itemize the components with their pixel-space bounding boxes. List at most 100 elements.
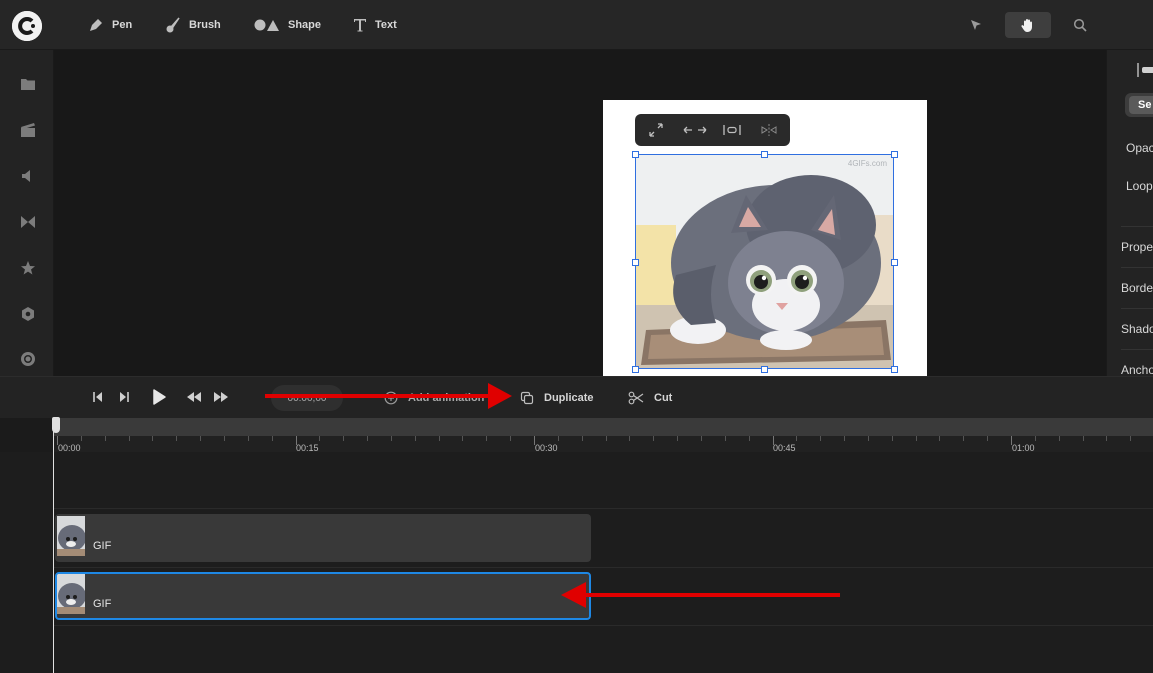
select-tool-button[interactable] (963, 12, 989, 38)
resize-handle-top-left[interactable] (632, 151, 639, 158)
properties-panel: Se Opac Loop Prope Borde Shado Ancho (1106, 50, 1153, 376)
align-left-icon[interactable] (1137, 63, 1153, 77)
text-tool-label: Text (375, 19, 397, 31)
logo-icon (12, 11, 42, 41)
ruler-tick (1059, 436, 1060, 441)
fast-forward-button[interactable] (213, 390, 229, 404)
add-animation-button[interactable]: Add animation (384, 377, 484, 419)
left-sidebar (0, 50, 54, 376)
ruler-tick (486, 436, 487, 441)
app-logo[interactable] (12, 11, 42, 41)
divider (1121, 226, 1153, 227)
ruler-tick (916, 436, 917, 441)
ruler-tick (606, 436, 607, 441)
ruler-tick (939, 436, 940, 441)
track-headers (0, 452, 54, 673)
time-display[interactable]: 00:00,00 (271, 385, 343, 411)
mirror-icon[interactable] (759, 122, 779, 138)
ruler-tick (319, 436, 320, 441)
ruler-tick (963, 436, 964, 441)
ruler-tick (1130, 436, 1131, 441)
ruler-scrub-track[interactable] (54, 418, 1153, 436)
anchor-section[interactable]: Ancho (1121, 363, 1153, 376)
align-center-icon[interactable] (722, 122, 742, 138)
ruler-tick (677, 436, 678, 441)
ruler-tick (367, 436, 368, 441)
resize-handle-left[interactable] (632, 259, 639, 266)
skip-end-icon (120, 392, 129, 402)
ruler-tick (582, 436, 583, 441)
select-arrow-icon (971, 20, 981, 30)
play-button[interactable] (151, 388, 167, 406)
clip-label: GIF (93, 598, 112, 610)
timeline-clip-gif[interactable]: GIF (55, 514, 591, 562)
resize-handle-top[interactable] (761, 151, 768, 158)
brush-icon (166, 17, 180, 33)
shadow-section[interactable]: Shado (1121, 322, 1153, 336)
timeline-clip-gif-duplicate[interactable]: GIF (55, 572, 591, 620)
ruler-tick (439, 436, 440, 441)
resize-handle-top-right[interactable] (891, 151, 898, 158)
track-divider (54, 508, 1153, 509)
ruler-tick (844, 436, 845, 441)
resize-handle-bottom-right[interactable] (891, 366, 898, 373)
skip-start-button[interactable] (92, 390, 104, 404)
hand-icon (1021, 19, 1032, 32)
ruler-tick (152, 436, 153, 441)
expand-icon[interactable] (647, 122, 665, 138)
brush-tool-button[interactable]: Brush (165, 0, 221, 50)
divider (1121, 308, 1153, 309)
resize-handle-bottom-left[interactable] (632, 366, 639, 373)
panel-tab-settings[interactable]: Se (1129, 96, 1153, 114)
divider (1121, 267, 1153, 268)
record-icon[interactable] (19, 350, 37, 368)
ruler-tick (176, 436, 177, 441)
hexagon-icon[interactable] (19, 305, 37, 323)
ruler-tick (81, 436, 82, 441)
track-divider (54, 567, 1153, 568)
pen-tool-button[interactable]: Pen (88, 0, 132, 50)
add-animation-icon (384, 391, 398, 405)
ruler-tick (462, 436, 463, 441)
shape-tool-label: Shape (288, 19, 322, 31)
text-tool-button[interactable]: Text (353, 0, 397, 50)
ruler-tick (987, 436, 988, 441)
cut-label: Cut (654, 392, 673, 404)
ruler-tick (653, 436, 654, 441)
search-icon (1073, 18, 1087, 32)
media-icon[interactable] (19, 121, 37, 139)
ruler-tick (558, 436, 559, 441)
gif-layer-selection[interactable]: 4GIFs.com (635, 154, 894, 369)
search-button[interactable] (1067, 12, 1093, 38)
rewind-button[interactable] (186, 390, 202, 404)
border-section[interactable]: Borde (1121, 281, 1153, 295)
pen-icon (90, 19, 102, 31)
ruler-tick (224, 436, 225, 441)
skip-end-button[interactable] (118, 390, 130, 404)
transition-icon[interactable] (19, 213, 37, 231)
duplicate-label: Duplicate (544, 392, 594, 404)
play-icon (153, 389, 166, 405)
ruler-tick (868, 436, 869, 441)
timeline-ruler[interactable]: 00:00 00:15 00:30 00:45 01:00 (54, 418, 1153, 453)
ruler-tick (749, 436, 750, 441)
clip-thumbnail (57, 574, 85, 614)
properties-section[interactable]: Prope (1121, 240, 1153, 254)
editor-canvas[interactable]: 4GIFs.com (54, 50, 1106, 376)
folder-icon[interactable] (19, 75, 37, 93)
duplicate-button[interactable]: Duplicate (520, 377, 594, 419)
audio-icon[interactable] (19, 167, 37, 185)
cut-button[interactable]: Cut (628, 377, 672, 419)
flip-horizontal-icon[interactable] (683, 122, 707, 138)
ruler-tick (200, 436, 201, 441)
panel-tab-group: Se (1125, 93, 1153, 117)
fast-forward-icon (214, 392, 228, 402)
playhead-handle[interactable] (52, 417, 60, 433)
star-icon[interactable] (19, 259, 37, 277)
resize-handle-right[interactable] (891, 259, 898, 266)
add-animation-label: Add animation (408, 392, 485, 404)
ruler-tick (415, 436, 416, 441)
hand-tool-button[interactable] (1005, 12, 1051, 38)
resize-handle-bottom[interactable] (761, 366, 768, 373)
shape-tool-button[interactable]: Shape (254, 0, 321, 50)
